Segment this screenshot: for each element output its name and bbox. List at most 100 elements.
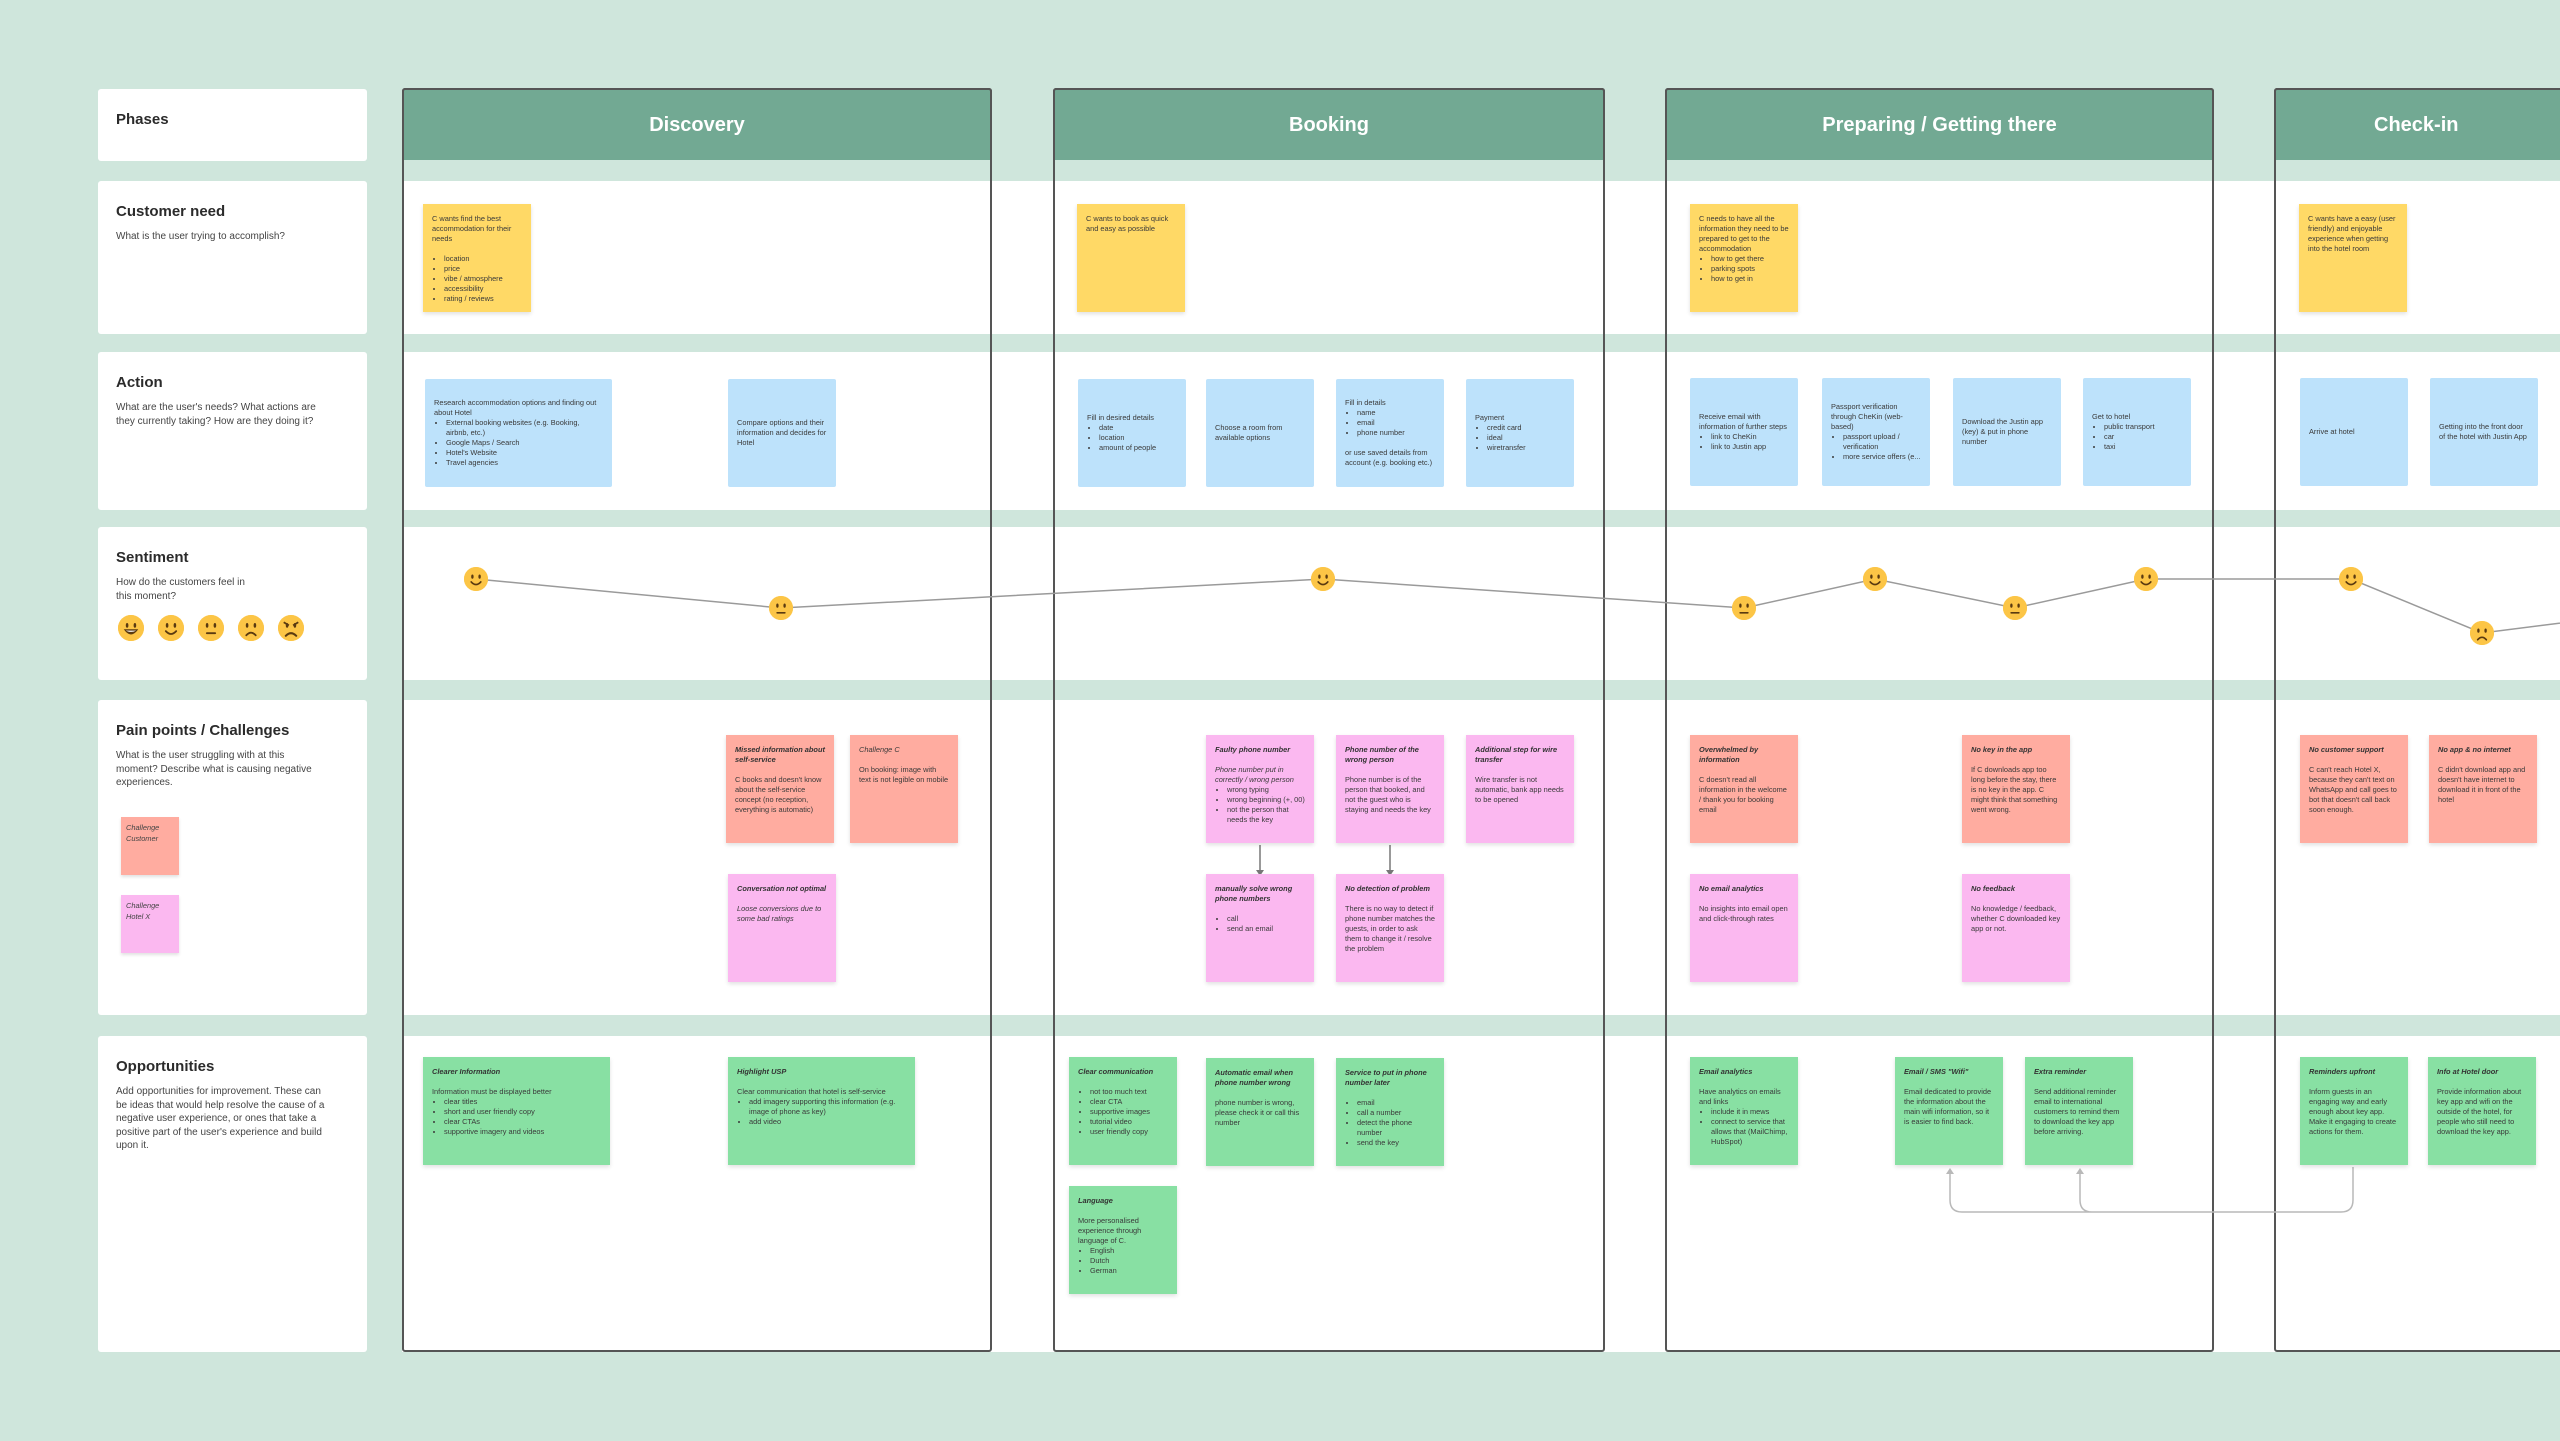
bullet-item: Hotel's Website <box>446 448 603 458</box>
opportunity-sticky[interactable]: Language More personalised experience thr… <box>1069 1186 1177 1294</box>
bullet-item: add video <box>749 1117 906 1127</box>
bullet-item: connect to service that allows that (Mai… <box>1711 1117 1789 1147</box>
sentiment-row <box>402 527 2560 680</box>
action-sticky[interactable]: Download the Justin app (key) & put in p… <box>1953 378 2061 486</box>
sticky-title: Overwhelmed by information <box>1699 745 1759 764</box>
legend-challenge-hotel-label: Challenge Hotel X <box>126 901 160 921</box>
sentiment-point-happy-icon[interactable] <box>2339 567 2363 591</box>
bullet-item: add imagery supporting this information … <box>749 1097 906 1117</box>
opportunity-sticky[interactable]: Clear communication not too much textclea… <box>1069 1057 1177 1165</box>
challenge-hotel-sticky[interactable]: No detection of problem There is no way t… <box>1336 874 1444 982</box>
sentiment-point-neutral-icon[interactable] <box>2003 596 2027 620</box>
neutral-emoji-icon <box>198 615 224 642</box>
action-sticky[interactable]: Paymentcredit cardidealwiretransfer <box>1466 379 1574 487</box>
sticky-body: There is no way to detect if phone numbe… <box>1345 904 1435 953</box>
sentiment-point-neutral-icon[interactable] <box>769 596 793 620</box>
bullet-item: include it in mews <box>1711 1107 1789 1117</box>
bullet-item: location <box>444 254 522 264</box>
opportunity-sticky[interactable]: Extra reminder Send additional reminder e… <box>2025 1057 2133 1165</box>
bullet-list: credit cardidealwiretransfer <box>1475 423 1565 453</box>
action-sticky[interactable]: Research accommodation options and findi… <box>425 379 612 487</box>
sticky-body: C books and doesn't know about the self-… <box>735 775 822 814</box>
sticky-body: No knowledge / feedback, whether C downl… <box>1971 904 2061 933</box>
bullet-item: user friendly copy <box>1090 1127 1168 1137</box>
opportunity-sticky[interactable]: Clearer Information Information must be d… <box>423 1057 610 1165</box>
opportunities-label-card: Opportunities Add opportunities for impr… <box>98 1036 367 1352</box>
sticky-title: manually solve wrong phone numbers <box>1215 884 1293 903</box>
opportunity-sticky[interactable]: Automatic email when phone number wrong p… <box>1206 1058 1314 1166</box>
customer-need-sticky[interactable]: C wants to book as quick and easy as pos… <box>1077 204 1185 312</box>
happy-emoji-icon <box>158 615 184 642</box>
action-sticky[interactable]: Compare options and their information an… <box>728 379 836 487</box>
sentiment-point-happy-icon[interactable] <box>2134 567 2158 591</box>
sticky-title: No key in the app <box>1971 745 2033 754</box>
phase-title: Preparing / Getting there <box>1822 113 2057 136</box>
sticky-title: No email analytics <box>1699 884 1764 893</box>
bullet-item: Dutch <box>1090 1256 1168 1266</box>
sticky-text: C wants find the best accommodation for … <box>432 214 512 243</box>
bullet-item: parking spots <box>1711 264 1789 274</box>
opportunity-sticky[interactable]: Info at Hotel door Provide information ab… <box>2428 1057 2536 1165</box>
bullet-item: price <box>444 264 522 274</box>
action-sticky[interactable]: Getting into the front door of the hotel… <box>2430 378 2538 486</box>
opportunity-sticky[interactable]: Reminders upfront Inform guests in an eng… <box>2300 1057 2408 1165</box>
action-sticky[interactable]: Receive email with information of furthe… <box>1690 378 1798 486</box>
sentiment-point-happy-icon[interactable] <box>464 567 488 591</box>
challenge-hotel-sticky[interactable]: No feedback No knowledge / feedback, whet… <box>1962 874 2070 982</box>
phase-title: Booking <box>1289 113 1369 136</box>
challenge-customer-sticky[interactable]: Challenge C On booking: image with text i… <box>850 735 958 843</box>
challenge-hotel-sticky[interactable]: Phone number of the wrong person Phone nu… <box>1336 735 1444 843</box>
action-sticky[interactable]: Choose a room from available options <box>1206 379 1314 487</box>
bullet-item: clear CTAs <box>444 1117 601 1127</box>
phase-header-preparing[interactable]: Preparing / Getting there <box>1665 88 2214 160</box>
opportunity-sticky[interactable]: Service to put in phone number later emai… <box>1336 1058 1444 1166</box>
phase-header-booking[interactable]: Booking <box>1053 88 1605 160</box>
bullet-item: External booking websites (e.g. Booking,… <box>446 418 603 438</box>
bullet-item: German <box>1090 1266 1168 1276</box>
bullet-item: accessibility <box>444 284 522 294</box>
bullet-list: link to CheKinlink to Justin app <box>1699 432 1789 452</box>
opportunity-sticky[interactable]: Highlight USP Clear communication that ho… <box>728 1057 915 1165</box>
challenge-hotel-sticky[interactable]: Additional step for wire transfer Wire tr… <box>1466 735 1574 843</box>
sticky-body: C didn't download app and doesn't have i… <box>2438 765 2526 804</box>
challenge-customer-sticky[interactable]: Overwhelmed by information C doesn't read… <box>1690 735 1798 843</box>
challenge-hotel-sticky[interactable]: manually solve wrong phone numbers callse… <box>1206 874 1314 982</box>
bullet-item: passport upload / verification <box>1843 432 1921 452</box>
customer-need-sticky[interactable]: C needs to have all the information they… <box>1690 204 1798 312</box>
action-desc: What are the user's needs? What actions … <box>116 402 316 427</box>
customer-need-sticky[interactable]: C wants find the best accommodation for … <box>423 204 531 312</box>
pain-points-label: Pain points / Challenges <box>116 722 290 739</box>
bullet-item: Google Maps / Search <box>446 438 603 448</box>
action-sticky[interactable]: Get to hotelpublic transportcartaxi <box>2083 378 2191 486</box>
action-sticky[interactable]: Arrive at hotel <box>2300 378 2408 486</box>
sticky-title: No app & no internet <box>2438 745 2511 754</box>
bullet-item: clear titles <box>444 1097 601 1107</box>
sticky-text: Fill in details <box>1345 398 1386 407</box>
challenge-customer-sticky[interactable]: Missed information about self-service C b… <box>726 735 834 843</box>
sticky-text: Receive email with information of furthe… <box>1699 412 1787 431</box>
action-sticky[interactable]: Fill in desired detailsdatelocationamoun… <box>1078 379 1186 487</box>
sticky-text: Getting into the front door of the hotel… <box>2439 422 2527 441</box>
sentiment-point-happy-icon[interactable] <box>1311 567 1335 591</box>
bullet-item: link to CheKin <box>1711 432 1789 442</box>
phase-header-discovery[interactable]: Discovery <box>402 88 992 160</box>
sentiment-point-neutral-icon[interactable] <box>1732 596 1756 620</box>
bullet-item: date <box>1099 423 1177 433</box>
sentiment-point-happy-icon[interactable] <box>1863 567 1887 591</box>
customer-need-label-card: Customer need What is the user trying to… <box>98 181 367 334</box>
action-sticky[interactable]: Passport verification through CheKin (we… <box>1822 378 1930 486</box>
challenge-hotel-sticky[interactable]: No email analytics No insights into email… <box>1690 874 1798 982</box>
challenge-hotel-sticky[interactable]: Conversation not optimal Loose conversion… <box>728 874 836 982</box>
action-sticky[interactable]: Fill in detailsnameemailphone number or u… <box>1336 379 1444 487</box>
opportunity-sticky[interactable]: Email analytics Have analytics on emails … <box>1690 1057 1798 1165</box>
sentiment-point-sad-icon[interactable] <box>2470 621 2494 645</box>
phase-header-check-in[interactable]: Check-in <box>2274 88 2560 160</box>
customer-need-sticky[interactable]: C wants have a easy (user friendly) and … <box>2299 204 2407 312</box>
challenge-customer-sticky[interactable]: No key in the app If C downloads app too … <box>1962 735 2070 843</box>
challenge-hotel-sticky[interactable]: Faulty phone number Phone number put in c… <box>1206 735 1314 843</box>
sticky-body: Phone number put in correctly / wrong pe… <box>1215 765 1294 784</box>
challenge-customer-sticky[interactable]: No app & no internet C didn't download ap… <box>2429 735 2537 843</box>
opportunity-sticky[interactable]: Email / SMS "Wifi" Email dedicated to pro… <box>1895 1057 2003 1165</box>
sticky-title: Service to put in phone number later <box>1345 1068 1427 1087</box>
challenge-customer-sticky[interactable]: No customer support C can't reach Hotel X… <box>2300 735 2408 843</box>
